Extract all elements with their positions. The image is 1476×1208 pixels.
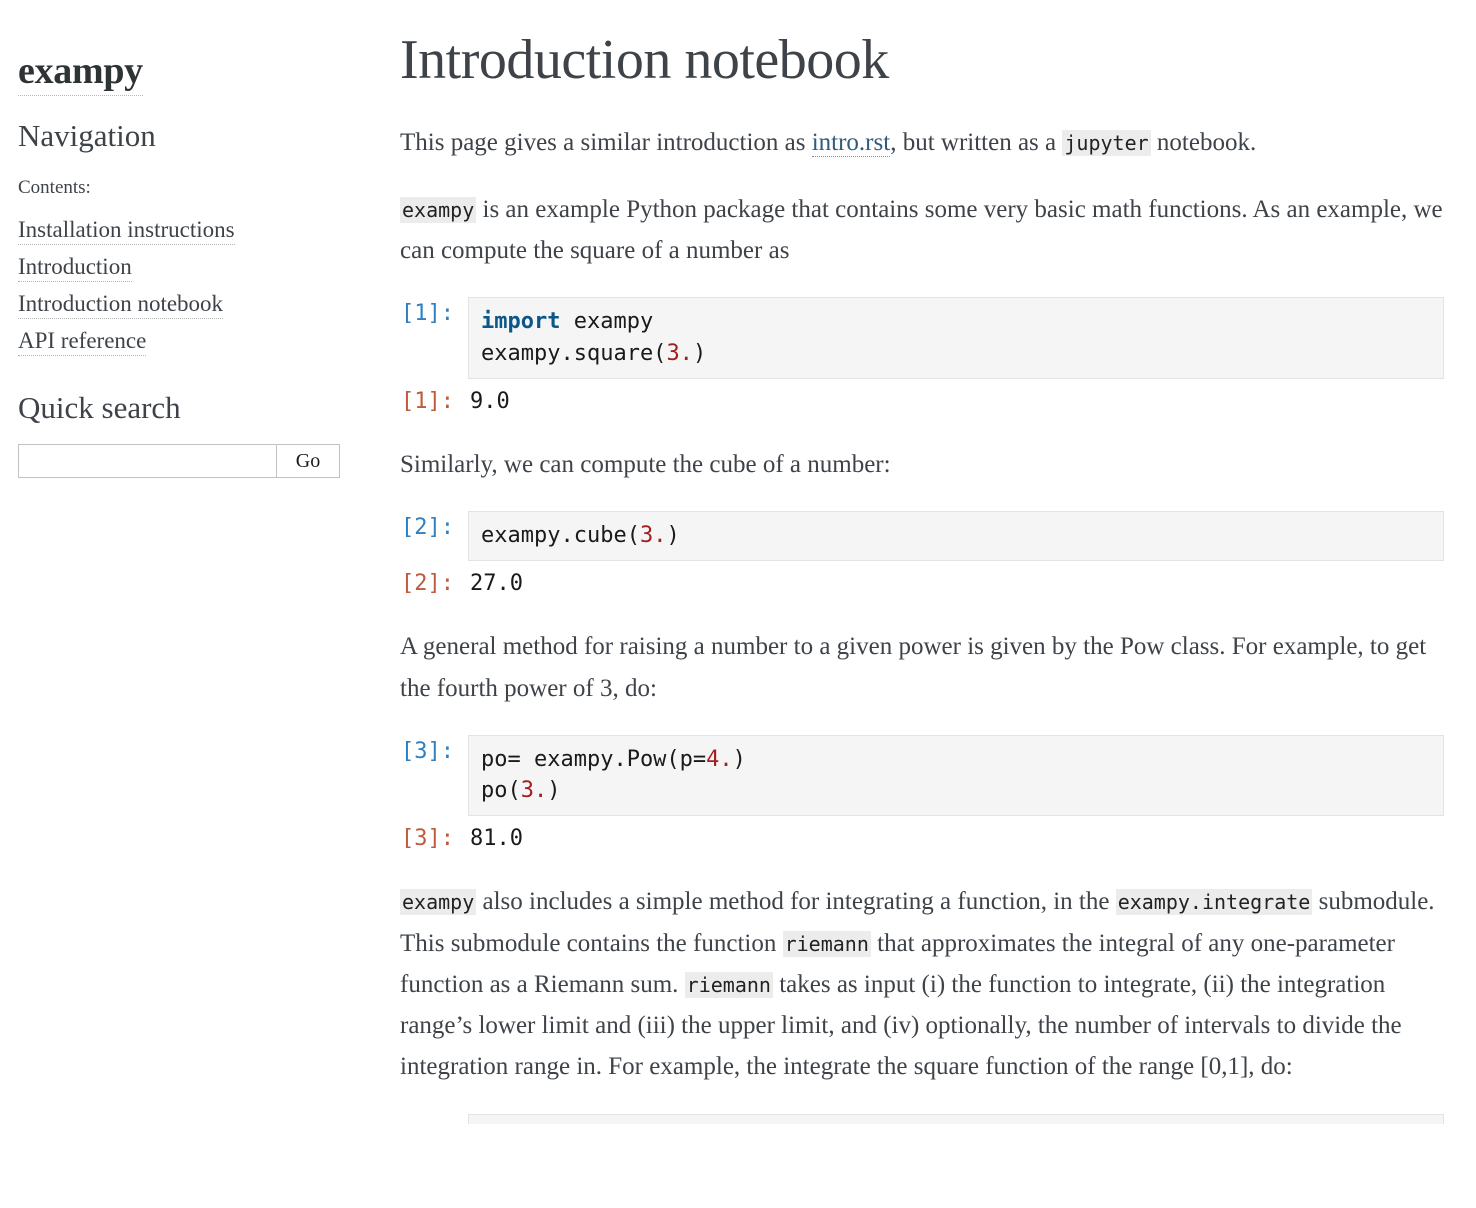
toc-item: Installation instructions [18,216,336,246]
notebook-cell: [1]: import exampy exampy.square(3.) [1]… [400,297,1460,417]
toc-item: API reference [18,327,336,357]
notebook-input-row: [2]: exampy.cube(3.) [400,511,1460,562]
sidebar-item-introduction-notebook[interactable]: Introduction notebook [18,291,224,320]
code-text: import exampy exampy.square(3.) [481,309,707,366]
site-brand: exampy [18,50,336,96]
inline-code-exampy-integrate: exampy.integrate [1115,889,1313,916]
inline-code-jupyter: jupyter [1062,129,1151,156]
toc-item: Introduction [18,253,336,283]
contents-label: Contents: [18,176,91,198]
notebook-output-row: [1]: 9.0 [400,379,1460,418]
notebook-input-row: [3]: po= exampy.Pow(p=4.) po(3.) [400,734,1460,817]
paragraph-text: is an example Python package that contai… [400,195,1443,265]
output-prompt: [3]: [401,826,454,852]
package-description-paragraph: exampy is an example Python package that… [400,189,1460,272]
quick-search-heading: Quick search [18,390,181,426]
inline-code-riemann: riemann [684,971,773,998]
output-prompt: [2]: [401,571,454,597]
intro-paragraph: This page gives a similar introduction a… [400,122,1460,163]
output-prompt: [1]: [401,388,454,414]
code-input-area[interactable]: import exampy exampy.square(3.) [468,297,1444,379]
toc-item: Introduction notebook [18,290,336,320]
notebook-cell: [2]: exampy.cube(3.) [2]: 27.0 [400,511,1460,600]
integrate-paragraph: exampy also includes a simple method for… [400,881,1460,1087]
search-go-button[interactable]: Go [277,445,339,478]
sidebar-item-introduction[interactable]: Introduction [18,254,132,283]
next-code-cell-partial[interactable] [468,1113,1444,1124]
sidebar-item-installation-instructions[interactable]: Installation instructions [18,217,235,246]
inline-code-riemann: riemann [782,930,871,957]
paragraph-text: , but written as a [890,128,1063,156]
notebook-output-row: [2]: 27.0 [400,561,1460,600]
code-input-area[interactable]: exampy.cube(3.) [468,511,1444,562]
navigation-heading: Navigation [18,117,156,153]
intro-rst-link[interactable]: intro.rst [811,128,891,157]
brand-link[interactable]: exampy [18,50,143,96]
search-input[interactable] [19,445,277,478]
code-input-area[interactable]: po= exampy.Pow(p=4.) po(3.) [468,734,1444,817]
table-of-contents: Installation instructions Introduction I… [18,216,336,357]
sidebar-item-api-reference[interactable]: API reference [18,328,147,357]
input-prompt: [1]: [401,301,454,327]
output-text: 9.0 [470,388,510,414]
paragraph-text: also includes a simple method for integr… [476,888,1116,916]
code-text: exampy.cube(3.) [481,523,680,549]
main-content: Introduction notebook This page gives a … [360,0,1476,1208]
code-text: po= exampy.Pow(p=4.) po(3.) [481,746,746,804]
output-text: 27.0 [470,571,523,597]
pow-intro-paragraph: A general method for raising a number to… [400,633,1427,702]
input-prompt: [2]: [401,515,454,541]
notebook-input-row: [1]: import exampy exampy.square(3.) [400,297,1460,379]
paragraph-text: This page gives a similar introduction a… [400,128,812,156]
notebook-output-row: [3]: 81.0 [400,816,1460,855]
documentation-page: exampy Navigation Contents: Installation… [0,0,1476,1208]
quick-search-form: Go [18,444,340,479]
cube-intro-paragraph: Similarly, we can compute the cube of a … [400,450,891,478]
paragraph-text: notebook. [1150,128,1257,156]
notebook-cell: [3]: po= exampy.Pow(p=4.) po(3.) [3]: 81… [400,734,1460,855]
inline-code-exampy: exampy [400,889,477,916]
page-title: Introduction notebook [400,29,889,91]
output-text: 81.0 [470,826,523,852]
inline-code-exampy: exampy [400,196,477,223]
sidebar: exampy Navigation Contents: Installation… [0,0,360,1208]
input-prompt: [3]: [401,738,454,764]
